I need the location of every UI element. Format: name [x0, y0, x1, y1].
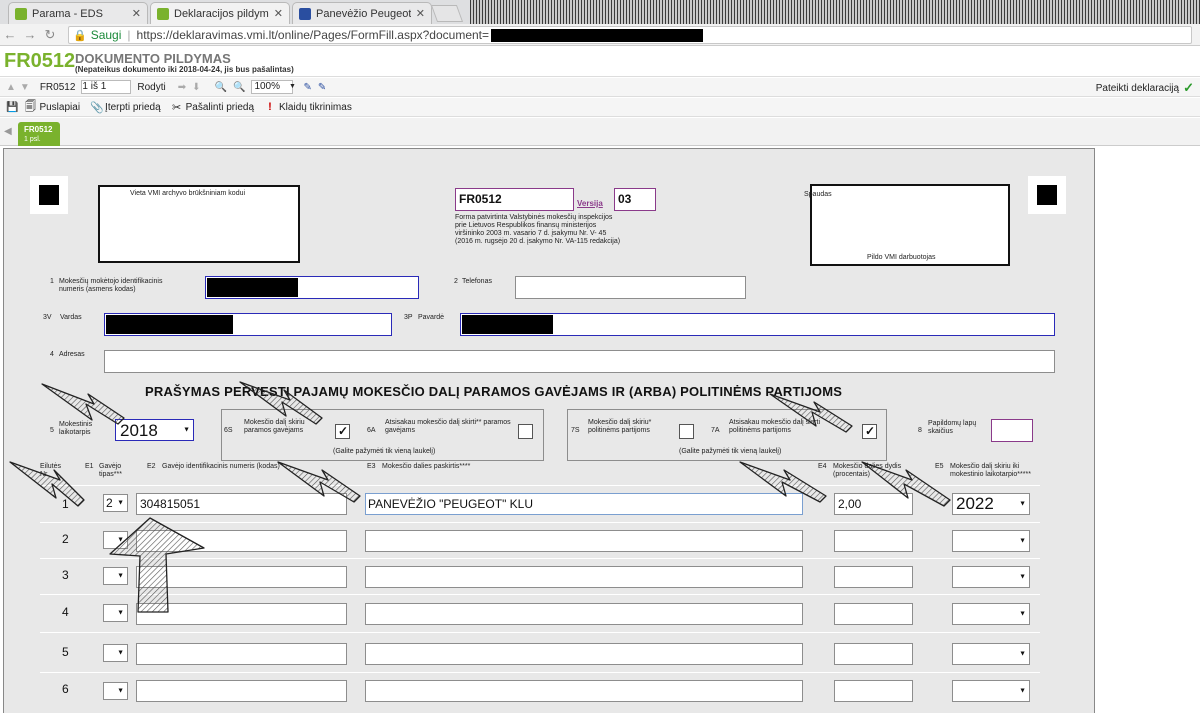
annotation-arrow-icon: [9, 461, 85, 507]
annotation-arrow-icon: [769, 393, 853, 433]
annotation-arrow-icon: [109, 517, 205, 613]
annotation-arrow-icon: [239, 381, 323, 425]
annotation-arrow-icon: [277, 461, 361, 503]
annotation-arrow-icon: [861, 461, 951, 507]
annotation-arrows: [9, 381, 951, 613]
annotation-arrow-icon: [41, 383, 125, 425]
annotation-arrow-icon: [739, 461, 827, 503]
